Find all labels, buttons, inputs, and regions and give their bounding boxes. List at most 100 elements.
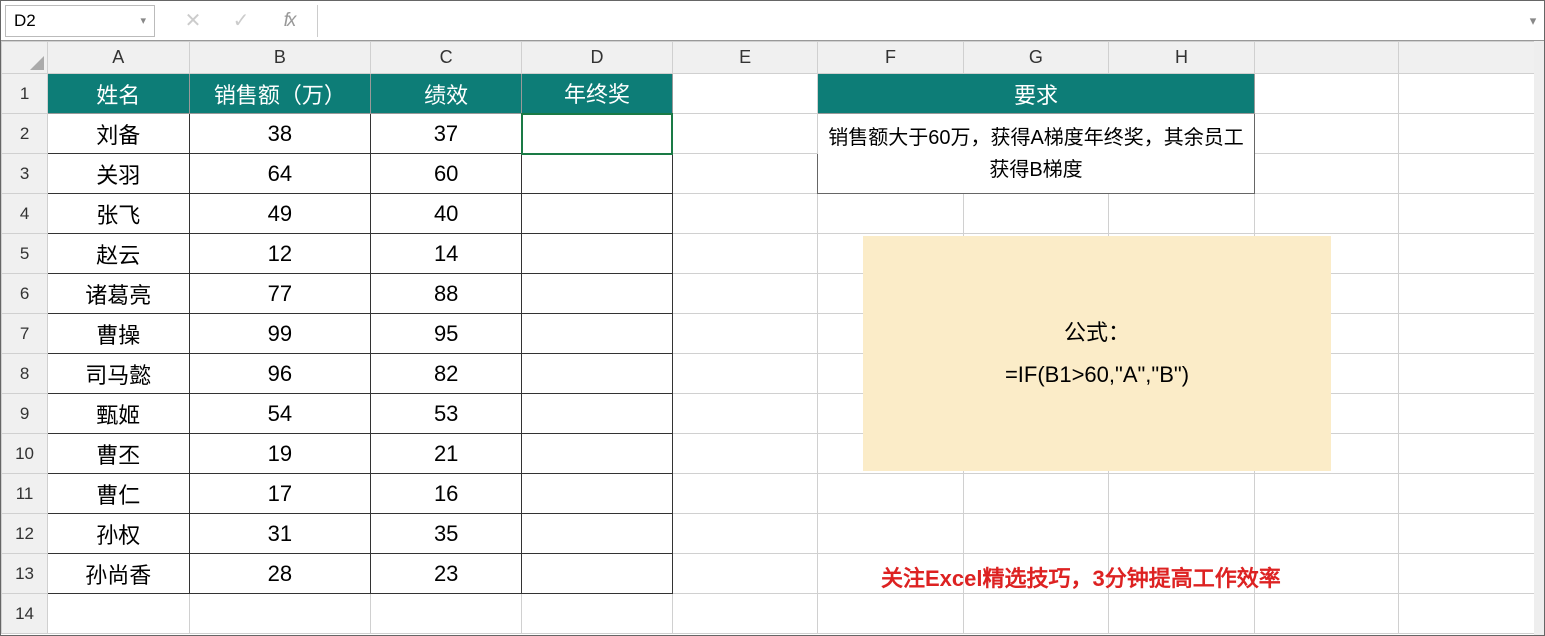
cell-C13[interactable]: 23: [371, 554, 522, 594]
col-header-B[interactable]: B: [189, 42, 371, 74]
cell-A11[interactable]: 曹仁: [48, 474, 189, 514]
col-header-extra[interactable]: [1254, 42, 1399, 74]
row-header[interactable]: 3: [2, 154, 48, 194]
cell[interactable]: [1399, 354, 1544, 394]
cell[interactable]: [963, 194, 1109, 234]
cell-B11[interactable]: 17: [189, 474, 371, 514]
cell[interactable]: [672, 314, 817, 354]
cancel-icon[interactable]: ✕: [169, 5, 217, 37]
cell[interactable]: [1254, 514, 1399, 554]
row-header[interactable]: 4: [2, 194, 48, 234]
cell-C11[interactable]: 16: [371, 474, 522, 514]
cell-C4[interactable]: 40: [371, 194, 522, 234]
enter-icon[interactable]: ✓: [217, 5, 265, 37]
cell-B10[interactable]: 19: [189, 434, 371, 474]
cell-D1[interactable]: 年终奖: [522, 74, 673, 114]
cell-A13[interactable]: 孙尚香: [48, 554, 189, 594]
cell[interactable]: [672, 554, 817, 594]
row-header[interactable]: 6: [2, 274, 48, 314]
cell[interactable]: [963, 594, 1109, 634]
cell-C3[interactable]: 60: [371, 154, 522, 194]
cell-B5[interactable]: 12: [189, 234, 371, 274]
cell[interactable]: [672, 514, 817, 554]
formula-input[interactable]: [317, 5, 1522, 37]
cell-F2-H3[interactable]: 销售额大于60万，获得A梯度年终奖，其余员工获得B梯度: [818, 114, 1254, 194]
cell[interactable]: [672, 594, 817, 634]
cell-B12[interactable]: 31: [189, 514, 371, 554]
cell-D10[interactable]: [522, 434, 673, 474]
cell[interactable]: [1399, 514, 1544, 554]
cell-C6[interactable]: 88: [371, 274, 522, 314]
row-header[interactable]: 13: [2, 554, 48, 594]
col-header-C[interactable]: C: [371, 42, 522, 74]
cell[interactable]: [1399, 594, 1544, 634]
row-header[interactable]: 9: [2, 394, 48, 434]
name-box[interactable]: D2 ▾: [5, 5, 155, 37]
col-header-H[interactable]: H: [1109, 42, 1254, 74]
cell-A7[interactable]: 曹操: [48, 314, 189, 354]
cell-A6[interactable]: 诸葛亮: [48, 274, 189, 314]
cell-D13[interactable]: [522, 554, 673, 594]
cell-D3[interactable]: [522, 154, 673, 194]
cell-F1-H1[interactable]: 要求: [818, 74, 1254, 114]
cell[interactable]: [522, 594, 673, 634]
formula-expand-icon[interactable]: ▾: [1522, 13, 1544, 29]
cell[interactable]: [1254, 594, 1399, 634]
cell-D6[interactable]: [522, 274, 673, 314]
cell[interactable]: [1399, 554, 1544, 594]
cell[interactable]: [1399, 74, 1544, 114]
col-header-D[interactable]: D: [522, 42, 673, 74]
row-header[interactable]: 11: [2, 474, 48, 514]
cell-D8[interactable]: [522, 354, 673, 394]
cell-C8[interactable]: 82: [371, 354, 522, 394]
cell[interactable]: [1399, 434, 1544, 474]
cell[interactable]: [672, 394, 817, 434]
cell[interactable]: [189, 594, 371, 634]
cell[interactable]: [818, 514, 963, 554]
cell-B9[interactable]: 54: [189, 394, 371, 434]
cell[interactable]: [963, 474, 1109, 514]
cell-B13[interactable]: 28: [189, 554, 371, 594]
cell[interactable]: [371, 594, 522, 634]
cell-C1[interactable]: 绩效: [371, 74, 522, 114]
cell[interactable]: [1399, 154, 1544, 194]
cell-D5[interactable]: [522, 234, 673, 274]
cell-B8[interactable]: 96: [189, 354, 371, 394]
cell-D7[interactable]: [522, 314, 673, 354]
col-header-F[interactable]: F: [818, 42, 963, 74]
cell-D9[interactable]: [522, 394, 673, 434]
cell[interactable]: [1109, 474, 1254, 514]
cell[interactable]: [1254, 114, 1399, 154]
cell[interactable]: [48, 594, 189, 634]
col-header-extra[interactable]: [1399, 42, 1544, 74]
row-header[interactable]: 5: [2, 234, 48, 274]
cell-D12[interactable]: [522, 514, 673, 554]
cell-B3[interactable]: 64: [189, 154, 371, 194]
cell-B2[interactable]: 38: [189, 114, 371, 154]
cell-A4[interactable]: 张飞: [48, 194, 189, 234]
row-header[interactable]: 8: [2, 354, 48, 394]
cell[interactable]: [963, 514, 1109, 554]
cell-B1[interactable]: 销售额（万）: [189, 74, 371, 114]
cell-A2[interactable]: 刘备: [48, 114, 189, 154]
row-header[interactable]: 10: [2, 434, 48, 474]
cell-B7[interactable]: 99: [189, 314, 371, 354]
select-all-corner[interactable]: [2, 42, 48, 74]
cell[interactable]: [818, 194, 963, 234]
cell[interactable]: [1399, 194, 1544, 234]
cell[interactable]: [1254, 154, 1399, 194]
cell[interactable]: [1399, 114, 1544, 154]
cell[interactable]: [1254, 194, 1399, 234]
row-header[interactable]: 2: [2, 114, 48, 154]
cell-A3[interactable]: 关羽: [48, 154, 189, 194]
cell-A1[interactable]: 姓名: [48, 74, 189, 114]
row-header[interactable]: 7: [2, 314, 48, 354]
cell-B4[interactable]: 49: [189, 194, 371, 234]
cell[interactable]: [1109, 514, 1254, 554]
cell[interactable]: [1399, 394, 1544, 434]
col-header-G[interactable]: G: [963, 42, 1109, 74]
cell[interactable]: [1399, 474, 1544, 514]
cell-C5[interactable]: 14: [371, 234, 522, 274]
cell-C12[interactable]: 35: [371, 514, 522, 554]
cell[interactable]: [1109, 194, 1254, 234]
